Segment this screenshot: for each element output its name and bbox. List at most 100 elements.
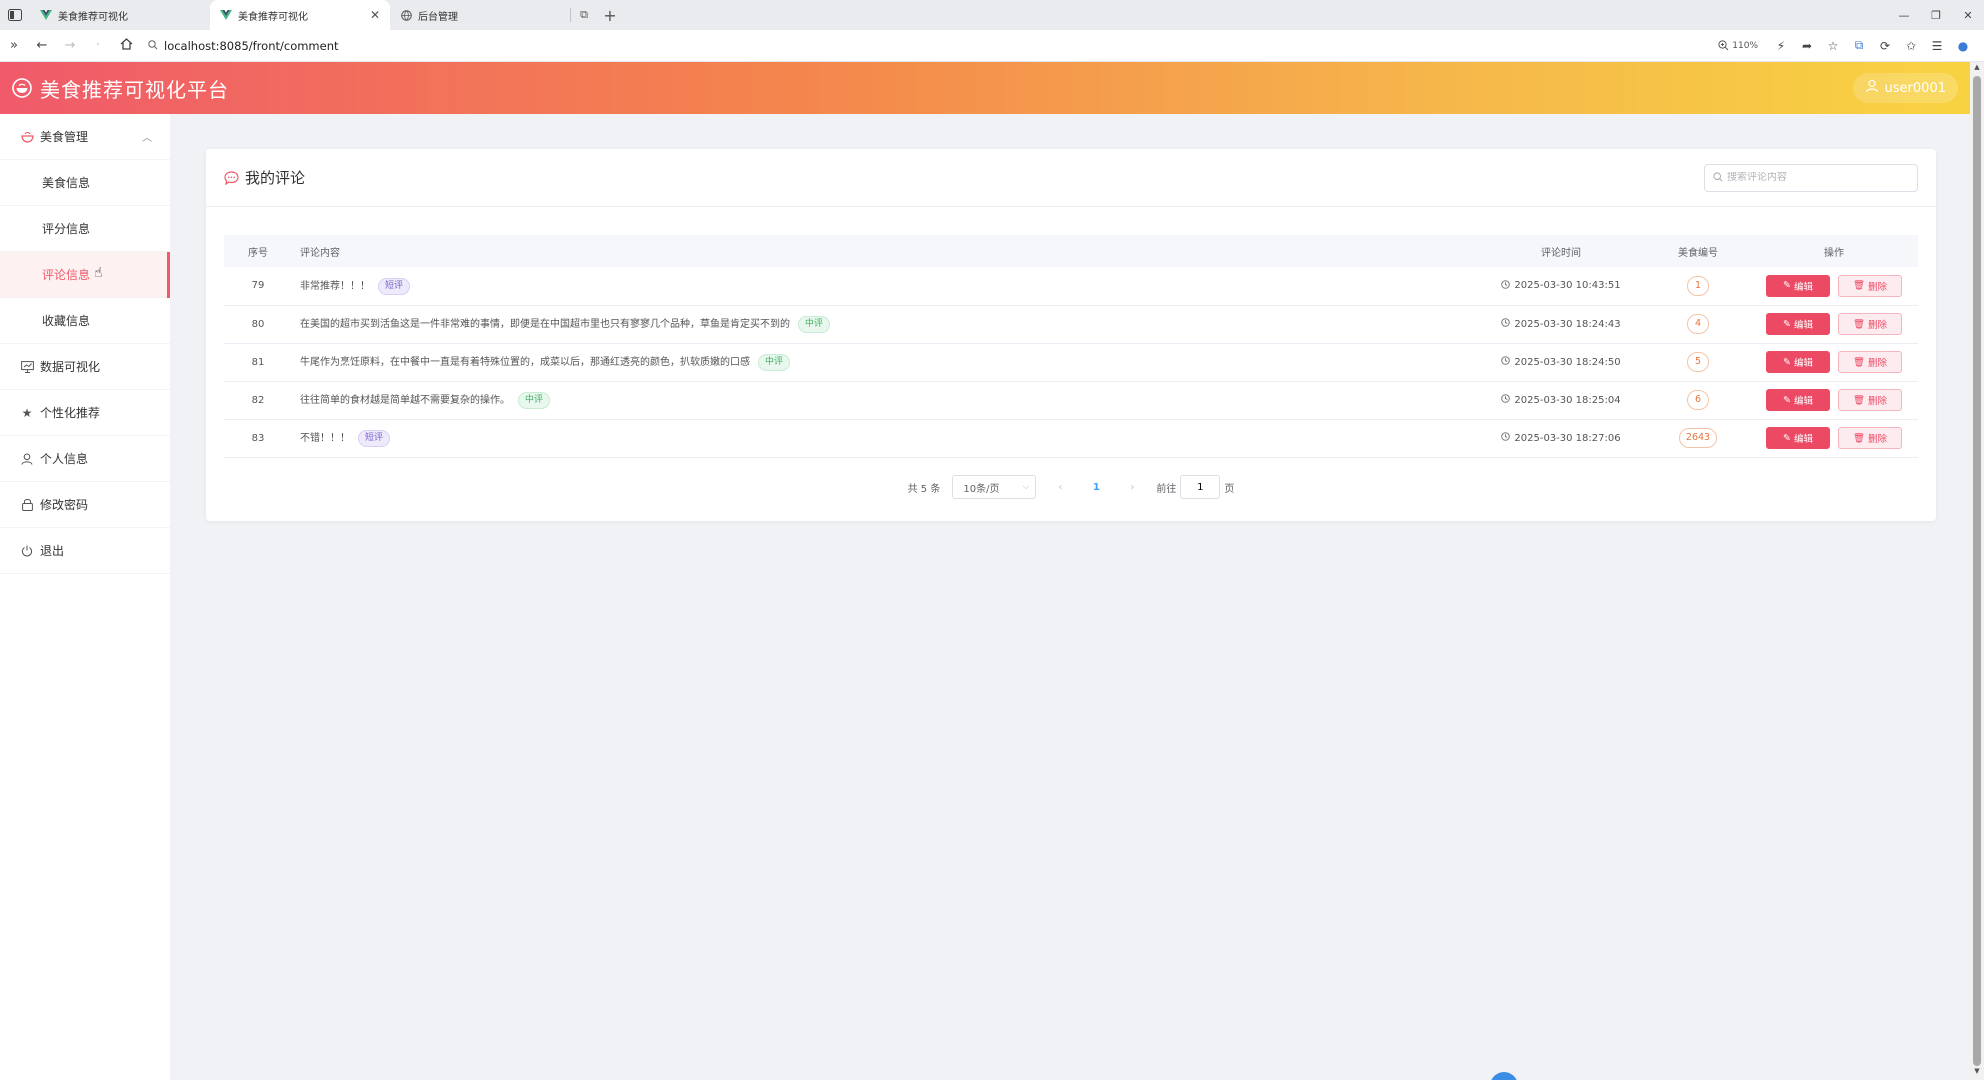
browser-tab-3[interactable]: 后台管理 (390, 0, 570, 30)
delete-label: 删除 (1868, 281, 1888, 293)
column-header-food-id[interactable]: 美食编号 (1646, 235, 1750, 267)
column-header-content[interactable]: 评论内容 (292, 235, 1476, 267)
close-tab-icon[interactable]: ✕ (370, 8, 380, 22)
trash-icon: 🗑 (1852, 432, 1866, 444)
comment-length-tag: 短评 (378, 277, 411, 295)
sidebar-item-recommendation[interactable]: ★ 个性化推荐 (0, 390, 170, 436)
comment-cell: 非常推荐！！！ 短评 (292, 267, 1476, 306)
goto-page-input[interactable] (1180, 475, 1221, 499)
food-id-cell: 1 (1646, 267, 1750, 306)
table-row: 81 牛尾作为烹饪原料，在中餐中一直是有着特殊位置的，成菜以后，那通红透亮的颜色，… (224, 343, 1918, 382)
sidebar-item-comment-info[interactable]: 评论信息 (0, 252, 170, 298)
goto-suffix: 页 (1224, 483, 1235, 495)
refresh-icon[interactable]: · (84, 38, 112, 53)
food-id-badge: 5 (1687, 352, 1709, 372)
edit-label: 编辑 (1793, 358, 1813, 369)
comments-card: 我的评论 序号 评论内容 评论时间 美食编号 操作 79 非常推荐！！！ 短评 202… (206, 149, 1936, 521)
edit-button[interactable]: ✎ 编辑 (1766, 313, 1830, 335)
sidebar-item-label: 收藏信息 (42, 314, 91, 328)
url-field[interactable]: localhost:8085/front/comment (148, 39, 339, 53)
expand-icon[interactable]: » (0, 38, 28, 53)
bowl-logo-icon (12, 78, 32, 98)
delete-button[interactable]: 🗑 删除 (1838, 313, 1902, 335)
edit-button[interactable]: ✎ 编辑 (1766, 351, 1830, 373)
forward-icon[interactable]: → (56, 38, 84, 53)
share-icon[interactable]: ➦ (1794, 33, 1820, 59)
favorites-icon[interactable]: ✩ (1898, 33, 1924, 59)
restore-icon[interactable]: ❐ (1920, 9, 1952, 22)
sidebar-item-profile[interactable]: 个人信息 (0, 436, 170, 482)
delete-button[interactable]: 🗑 删除 (1838, 351, 1902, 373)
column-header-time[interactable]: 评论时间 (1476, 235, 1646, 267)
user-icon (20, 452, 34, 466)
food-id-badge: 4 (1687, 314, 1709, 334)
row-number: 80 (224, 305, 292, 344)
menu-icon[interactable]: ☰ (1924, 33, 1950, 59)
star-icon: ★ (21, 405, 33, 420)
zoom-indicator[interactable]: 110% (1718, 40, 1758, 51)
comment-cell: 在美国的超市买到活鱼这是一件非常难的事情，即便是在中国超市里也只有寥寥几个品种，… (292, 305, 1476, 344)
favorite-star-icon[interactable]: ☆ (1820, 33, 1846, 59)
edit-button[interactable]: ✎ 编辑 (1766, 274, 1830, 297)
lightning-icon[interactable]: ⚡ (1768, 33, 1794, 59)
page-scrollbar[interactable]: ▲ ▼ (1970, 62, 1984, 1080)
edit-label: 编辑 (1793, 320, 1813, 331)
table-row: 82 往往简单的食材越是简单越不需要复杂的操作。 中评 2025-03-30 18:2… (224, 381, 1918, 420)
user-menu[interactable]: user0001 (1852, 73, 1958, 103)
delete-button[interactable]: 🗑 删除 (1838, 389, 1902, 411)
sidebar: 美食管理 ︿ 美食信息 评分信息 评论信息 收藏信息 数据可视化 ★ 个性化推荐… (0, 114, 170, 1080)
edit-label: 编辑 (1793, 434, 1813, 445)
sidebar-group-food-management[interactable]: 美食管理 ︿ (0, 114, 170, 160)
table-row: 79 非常推荐！！！ 短评 2025-03-30 10:43:51 1 ✎ 编辑 🗑 删除 (224, 267, 1918, 306)
column-header-no[interactable]: 序号 (224, 235, 292, 267)
chevron-down-icon: ⌵ (1022, 482, 1030, 492)
tab-title: 美食推荐可视化 (58, 11, 128, 23)
window-close-icon[interactable]: ✕ (1952, 9, 1984, 22)
translate-icon[interactable]: ⧉ (1846, 33, 1872, 59)
page-title: 我的评论 (245, 169, 306, 187)
tab-actions-icon[interactable]: ⧉ (571, 0, 597, 30)
time-cell: 2025-03-30 18:25:04 (1476, 381, 1646, 420)
scroll-up-icon[interactable]: ▲ (1970, 63, 1984, 75)
food-id-cell: 4 (1646, 305, 1750, 344)
sidebar-toggle-icon[interactable] (0, 0, 30, 30)
card-header: 我的评论 (206, 149, 1936, 207)
comment-text: 往往简单的食材越是简单越不需要复杂的操作。 (300, 395, 510, 407)
username: user0001 (1884, 80, 1946, 96)
page-size-select[interactable]: 10条/页 ⌵ (952, 475, 1037, 499)
home-icon[interactable] (112, 37, 140, 54)
scrollbar-thumb[interactable] (1973, 76, 1981, 1066)
new-tab-icon[interactable]: + (597, 0, 623, 30)
edit-icon: ✎ (1783, 432, 1791, 444)
browser-tab-1[interactable]: 美食推荐可视化 (30, 0, 210, 30)
clock-icon (1501, 432, 1511, 444)
scroll-down-icon[interactable]: ▼ (1970, 1067, 1984, 1079)
delete-button[interactable]: 🗑 删除 (1838, 274, 1902, 297)
prev-page-icon[interactable]: ‹ (1048, 482, 1072, 493)
floating-assistant-button[interactable] (1490, 1072, 1518, 1080)
address-bar: » ← → · localhost:8085/front/comment 110… (0, 30, 1984, 62)
minimize-icon[interactable]: — (1888, 9, 1920, 22)
globe-icon (400, 9, 412, 21)
sidebar-item-favorites-info[interactable]: 收藏信息 (0, 298, 170, 344)
sidebar-item-food-info[interactable]: 美食信息 (0, 160, 170, 206)
food-id-cell: 5 (1646, 343, 1750, 382)
edit-button[interactable]: ✎ 编辑 (1766, 427, 1830, 449)
comment-time: 2025-03-30 18:27:06 (1514, 432, 1621, 444)
sidebar-item-data-visualization[interactable]: 数据可视化 (0, 344, 170, 390)
page-number-current[interactable]: 1 (1084, 482, 1108, 493)
search-input[interactable] (1727, 172, 1907, 183)
next-page-icon[interactable]: › (1120, 482, 1144, 493)
sidebar-item-change-password[interactable]: 修改密码 (0, 482, 170, 528)
page-jump: 前往 页 (1156, 475, 1234, 499)
delete-button[interactable]: 🗑 删除 (1838, 427, 1902, 449)
back-icon[interactable]: ← (28, 38, 56, 53)
edit-button[interactable]: ✎ 编辑 (1766, 389, 1830, 411)
browser-tab-2[interactable]: 美食推荐可视化 ✕ (210, 0, 390, 30)
sidebar-item-logout[interactable]: 退出 (0, 528, 170, 574)
delete-label: 删除 (1868, 358, 1888, 369)
extensions-icon[interactable]: ⟳ (1872, 33, 1898, 59)
actions-cell: ✎ 编辑 🗑 删除 (1750, 419, 1918, 458)
sidebar-item-rating-info[interactable]: 评分信息 (0, 206, 170, 252)
profile-icon[interactable]: ● (1950, 33, 1976, 59)
